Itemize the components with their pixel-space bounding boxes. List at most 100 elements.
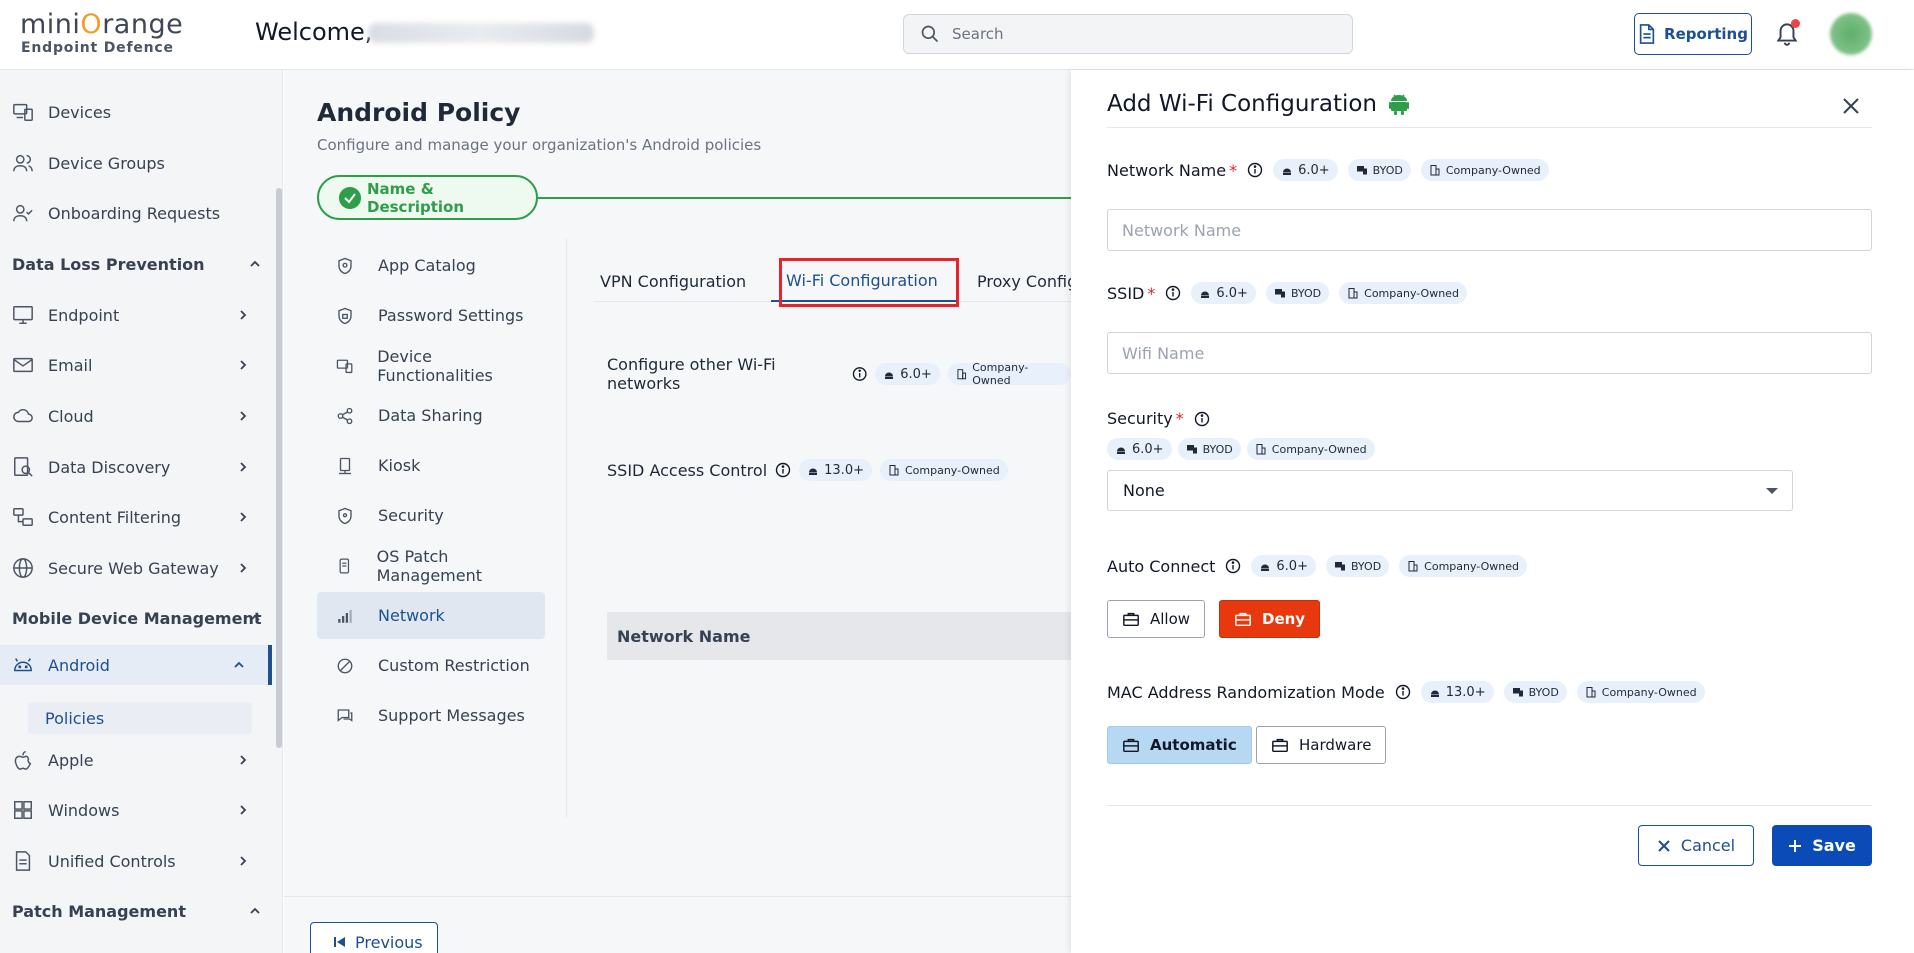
chevron-right-icon [240,462,247,472]
policy-item-password-settings[interactable]: Password Settings [317,292,545,339]
reporting-button[interactable]: Reporting [1634,13,1752,55]
policy-item-custom-restriction[interactable]: Custom Restriction [317,642,545,689]
info-icon[interactable] [1247,162,1263,178]
close-icon[interactable] [1841,96,1861,116]
sidebar-item-windows[interactable]: Windows [0,790,272,830]
stepper-connector [538,197,1071,199]
chevron-right-icon [240,563,247,573]
notifications-button[interactable] [1774,19,1804,49]
info-icon[interactable] [1165,285,1181,301]
panel-title: Add Wi-Fi Configuration [1107,91,1410,117]
share-icon [337,407,353,424]
policy-item-app-catalog[interactable]: App Catalog [317,242,545,289]
mail-icon [13,357,33,373]
android-logo-icon [1389,94,1410,115]
android-version-badge: 6.0+ [1191,282,1256,304]
save-button[interactable]: Save [1772,825,1872,866]
sidebar-section-patch[interactable]: Patch Management [12,896,272,926]
row-configure-other-wifi: Configure other Wi-Fi networks 6.0+ Comp… [607,355,1071,393]
sidebar: Devices Device Groups Onboarding Request… [0,70,283,953]
monitor-icon [13,306,33,324]
sidebar-item-device-groups[interactable]: Device Groups [0,143,272,183]
company-owned-badge: Company-Owned [1576,681,1705,703]
step-name-description[interactable]: Name & Description [317,175,538,220]
top-bar: miniOrange Endpoint Defence Welcome, Rep… [0,0,1914,70]
sidebar-section-dlp[interactable]: Data Loss Prevention [12,249,272,279]
briefcase-icon [1235,612,1251,627]
network-name-input[interactable] [1107,209,1872,251]
briefcase-icon [1272,738,1288,753]
policy-item-data-sharing[interactable]: Data Sharing [317,392,545,439]
policy-item-os-patch-management[interactable]: OS Patch Management [317,542,545,589]
user-avatar[interactable] [1830,13,1872,55]
building-icon [1348,288,1358,299]
sidebar-item-devices[interactable]: Devices [0,92,272,132]
tab-proxy-configuration[interactable]: Proxy Config [977,260,1071,302]
android-version-badge: 13.0+ [1420,681,1494,703]
sidebar-section-mdm[interactable]: Mobile Device Management [12,603,272,633]
policy-item-kiosk[interactable]: Kiosk [317,442,545,489]
wifi-tab-highlight [779,258,959,307]
devices-icon [1274,289,1285,298]
main-content: Android Policy Configure and manage your… [284,70,1071,953]
cancel-button[interactable]: Cancel [1638,825,1754,866]
search-input[interactable] [952,25,1332,43]
close-icon [1658,839,1670,852]
sidebar-subitem-policies[interactable]: Policies [28,702,252,734]
sidebar-item-unified-controls[interactable]: Unified Controls [0,841,272,881]
filter-icon [13,508,33,526]
required-marker: * [1147,283,1156,303]
sidebar-item-android[interactable]: Android [0,645,272,685]
sidebar-item-email[interactable]: Email [0,345,272,385]
search-box[interactable] [903,14,1353,54]
brand-logo[interactable]: miniOrange Endpoint Defence [20,10,190,60]
tab-vpn-configuration[interactable]: VPN Configuration [600,260,746,302]
briefcase-icon [1123,612,1139,627]
info-icon[interactable] [852,366,867,382]
policy-item-security[interactable]: Security [317,492,545,539]
building-icon [1430,165,1440,176]
policy-item-device-functionalities[interactable]: Device Functionalities [317,342,545,389]
security-label-row: Security * [1107,409,1210,428]
building-icon [1586,687,1596,698]
security-select[interactable]: None [1107,470,1793,511]
auto-connect-deny-button[interactable]: Deny [1219,600,1321,638]
info-icon[interactable] [1395,684,1411,700]
byod-badge: BYOD [1503,681,1567,703]
sidebar-item-endpoint[interactable]: Endpoint [0,295,272,335]
chat-icon [337,708,353,722]
sidebar-item-onboarding-requests[interactable]: Onboarding Requests [0,193,272,233]
devices-icon [336,359,353,373]
byod-badge: BYOD [1347,159,1411,181]
android-icon [809,468,818,475]
company-owned-badge: Company-Owned [1246,438,1375,460]
policy-item-support-messages[interactable]: Support Messages [317,692,545,739]
sidebar-item-content-filtering[interactable]: Content Filtering [0,497,272,537]
ssid-input[interactable] [1107,332,1872,374]
devices-icon [13,103,33,121]
sidebar-item-data-discovery[interactable]: Data Discovery [0,447,272,487]
chevron-up-icon [250,614,260,621]
chevron-right-icon [240,805,247,815]
mac-automatic-button[interactable]: Automatic [1107,726,1252,764]
sidebar-item-cloud[interactable]: Cloud [0,396,272,436]
building-icon [1408,561,1418,572]
info-icon[interactable] [775,462,791,478]
building-icon [957,369,966,380]
policy-item-network[interactable]: Network [317,592,545,639]
sidebar-item-apple[interactable]: Apple [0,740,272,780]
auto-connect-allow-button[interactable]: Allow [1107,600,1206,638]
chevron-up-icon [250,907,260,914]
block-icon [337,658,353,673]
previous-button[interactable]: Previous [310,922,438,953]
company-owned-badge: Company-Owned [879,459,1008,481]
devices-icon [1334,562,1345,571]
info-icon[interactable] [1194,411,1210,427]
mac-hardware-button[interactable]: Hardware [1256,726,1387,764]
devices-icon [1186,445,1197,454]
notification-dot [1791,19,1800,28]
info-icon[interactable] [1225,558,1241,574]
sidebar-item-secure-web-gateway[interactable]: Secure Web Gateway [0,548,272,588]
sidebar-scrollbar-thumb[interactable] [276,188,282,748]
chevron-up-icon [234,661,244,668]
